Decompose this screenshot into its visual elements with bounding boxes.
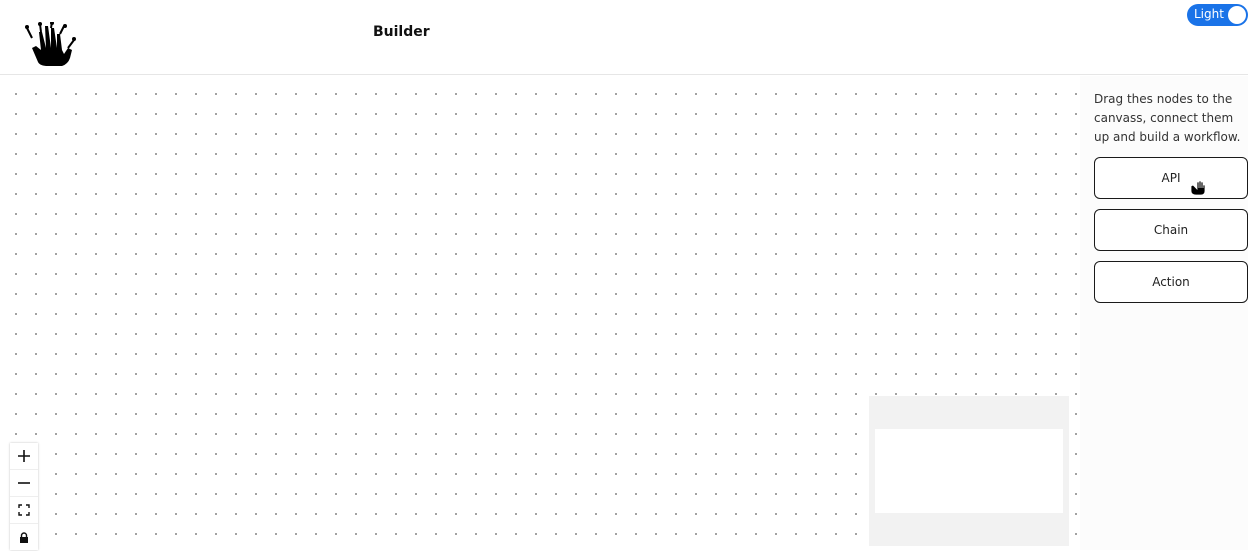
sidebar-description: Drag thes nodes to the canvass, connect … [1094, 92, 1241, 144]
minimap[interactable] [869, 396, 1069, 546]
node-chain[interactable]: Chain [1094, 209, 1248, 251]
node-api[interactable]: API [1094, 157, 1248, 199]
plus-icon [18, 450, 30, 462]
theme-toggle-label: Light [1194, 7, 1224, 21]
minimap-viewport[interactable] [875, 429, 1063, 513]
fit-view-icon [18, 504, 30, 516]
node-action[interactable]: Action [1094, 261, 1248, 303]
theme-toggle[interactable]: Light [1187, 4, 1248, 26]
zoom-in-button[interactable] [10, 443, 38, 470]
zoom-out-button[interactable] [10, 470, 38, 497]
node-label: Action [1152, 275, 1190, 289]
fit-view-button[interactable] [10, 497, 38, 524]
app-header: Builder Light [0, 0, 1248, 75]
grab-cursor-icon [1190, 180, 1206, 196]
canvas-controls [10, 443, 38, 550]
lock-button[interactable] [10, 524, 38, 551]
node-label: API [1161, 171, 1181, 185]
lock-icon [20, 531, 28, 543]
hand-logo-icon[interactable] [24, 22, 76, 66]
page-title: Builder [373, 24, 430, 40]
node-sidebar: Drag thes nodes to the canvass, connect … [1080, 76, 1248, 550]
node-label: Chain [1153, 223, 1189, 237]
toggle-knob [1228, 6, 1246, 24]
minus-icon [18, 482, 30, 484]
